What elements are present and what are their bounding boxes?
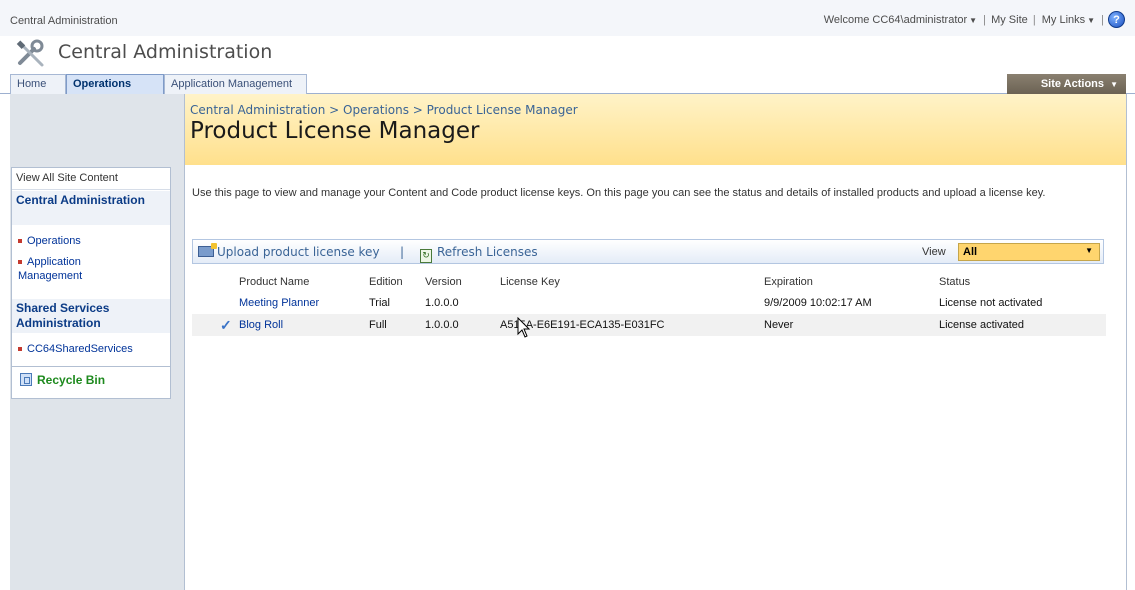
view-all-site-content-link[interactable]: View All Site Content xyxy=(12,168,170,190)
welcome-menu[interactable]: Welcome CC64\administrator ▼ xyxy=(823,14,978,26)
my-links-menu[interactable]: My Links ▼ xyxy=(1041,14,1096,26)
site-actions-menu[interactable]: Site Actions ▼ xyxy=(1007,74,1126,94)
site-actions-label: Site Actions xyxy=(1040,78,1105,90)
bullet-icon xyxy=(18,347,22,352)
global-top-bar: Central Administration Welcome CC64\admi… xyxy=(0,0,1135,36)
recycle-bin-label[interactable]: Recycle Bin xyxy=(37,373,105,387)
recycle-bin-icon xyxy=(20,373,32,386)
site-title[interactable]: Central Administration xyxy=(58,41,272,63)
tab-home[interactable]: Home xyxy=(10,74,66,94)
page-description: Use this page to view and manage your Co… xyxy=(192,187,1046,199)
table-header-row: Product Name Edition Version License Key… xyxy=(192,271,1106,292)
tab-operations[interactable]: Operations xyxy=(66,74,164,94)
nav-item-cc64sharedservices[interactable]: CC64SharedServices xyxy=(18,342,133,356)
nav-item-label[interactable]: CC64SharedServices xyxy=(27,343,133,355)
page-title-area: Central Administration > Operations > Pr… xyxy=(185,94,1126,165)
chevron-down-icon[interactable]: ▼ xyxy=(969,16,977,25)
expiration-cell: 9/9/2009 10:02:17 AM xyxy=(764,297,872,309)
nav-item-label[interactable]: Application Management xyxy=(18,256,82,282)
product-name-link[interactable]: Meeting Planner xyxy=(239,292,369,314)
recycle-bin-link[interactable]: Recycle Bin xyxy=(12,366,170,399)
nav-header-central-admin[interactable]: Central Administration xyxy=(12,191,170,225)
my-links-text[interactable]: My Links xyxy=(1042,14,1085,26)
column-header-select xyxy=(192,271,239,292)
bullet-icon xyxy=(18,260,22,265)
license-key-cell xyxy=(500,292,764,314)
dropdown-arrow-icon[interactable]: ▼ xyxy=(1085,246,1093,255)
status-cell: License activated xyxy=(939,314,1106,336)
check-icon: ✓ xyxy=(220,316,232,333)
nav-item-label[interactable]: Operations xyxy=(27,235,81,247)
row-status-cell xyxy=(192,292,239,314)
quick-launch: View All Site Content Central Administra… xyxy=(11,167,171,399)
version-cell: 1.0.0.0 xyxy=(425,297,459,309)
nav-header-shared-services[interactable]: Shared Services Administration xyxy=(12,299,170,333)
help-icon[interactable]: ? xyxy=(1108,11,1125,28)
license-toolbar: Upload product license key | ↻ Refresh Li… xyxy=(192,239,1104,264)
column-header[interactable]: License Key xyxy=(500,271,764,292)
product-name-text[interactable]: Meeting Planner xyxy=(239,297,319,309)
refresh-licenses-button[interactable]: ↻ Refresh Licenses xyxy=(420,245,538,263)
view-select-value: All xyxy=(963,246,978,258)
toolbar-separator: | xyxy=(400,245,405,259)
upload-license-button[interactable]: Upload product license key xyxy=(198,243,380,259)
row-status-cell: ✓ xyxy=(192,314,239,336)
view-select[interactable]: All ▼ xyxy=(958,243,1100,261)
nav-item-application-management[interactable]: Application Management xyxy=(18,255,148,283)
edition-cell: Full xyxy=(369,314,425,336)
table-row[interactable]: ✓ Blog Roll Full 1.0.0.0 A515A-E6E191-EC… xyxy=(192,314,1106,336)
column-header[interactable]: Edition xyxy=(369,271,425,292)
mouse-cursor-icon xyxy=(517,317,531,338)
license-table: Product Name Edition Version License Key… xyxy=(192,271,1106,336)
separator: | xyxy=(983,14,987,26)
refresh-icon: ↻ xyxy=(420,249,432,263)
product-name-text[interactable]: Blog Roll xyxy=(239,319,283,331)
view-label: View xyxy=(922,246,946,258)
chevron-down-icon: ▼ xyxy=(1110,80,1118,89)
upload-icon xyxy=(198,243,217,257)
separator: | xyxy=(1101,14,1104,26)
nav-item-operations[interactable]: Operations xyxy=(18,234,81,248)
column-header[interactable]: Status xyxy=(939,271,1106,292)
site-title-row: Central Administration xyxy=(0,36,1135,74)
expiration-cell: Never xyxy=(764,314,939,336)
tab-application-management[interactable]: Application Management xyxy=(164,74,307,94)
edition-cell: Trial xyxy=(369,297,390,309)
status-cell: License not activated xyxy=(939,297,1043,309)
main-content: Central Administration > Operations > Pr… xyxy=(184,94,1127,590)
upload-label[interactable]: Upload product license key xyxy=(217,245,380,259)
separator: | xyxy=(1032,14,1036,26)
top-nav-tabs: Home Operations Application Management S… xyxy=(0,74,1135,94)
site-name-link[interactable]: Central Administration xyxy=(10,15,118,27)
product-name-link[interactable]: Blog Roll xyxy=(239,314,369,336)
page-title: Product License Manager xyxy=(190,118,480,144)
my-site-link[interactable]: My Site xyxy=(991,14,1028,26)
refresh-label[interactable]: Refresh Licenses xyxy=(437,245,538,259)
tools-icon xyxy=(16,39,44,67)
column-header[interactable]: Version xyxy=(425,271,500,292)
table-row[interactable]: Meeting Planner Trial 1.0.0.0 9/9/2009 1… xyxy=(192,292,1106,314)
column-header[interactable]: Product Name xyxy=(239,271,369,292)
license-key-cell: A515A-E6E191-ECA135-E031FC xyxy=(500,314,764,336)
version-cell: 1.0.0.0 xyxy=(425,314,500,336)
top-right-links: Welcome CC64\administrator ▼ | My Site | … xyxy=(822,14,1105,26)
breadcrumb[interactable]: Central Administration > Operations > Pr… xyxy=(190,103,578,117)
welcome-text[interactable]: Welcome CC64\administrator xyxy=(824,14,967,26)
column-header[interactable]: Expiration xyxy=(764,271,939,292)
chevron-down-icon[interactable]: ▼ xyxy=(1087,16,1095,25)
bullet-icon xyxy=(18,239,22,244)
